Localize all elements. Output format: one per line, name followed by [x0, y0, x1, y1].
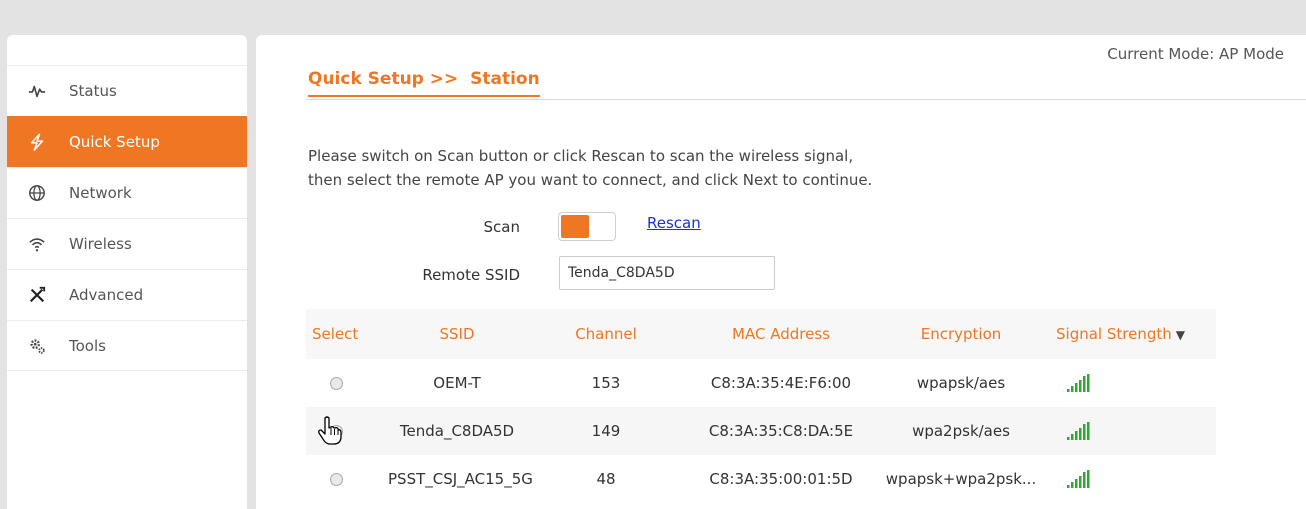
sidebar-item-wireless[interactable]: Wireless: [7, 218, 247, 269]
remote-ssid-label: Remote SSID: [422, 266, 520, 284]
instructions-line-2: then select the remote AP you want to co…: [308, 171, 873, 189]
sidebar-item-advanced[interactable]: Advanced: [7, 269, 247, 320]
row-mac: C8:3A:35:C8:DA:5E: [708, 422, 854, 440]
sidebar-item-label: Quick Setup: [69, 133, 160, 151]
table-row[interactable]: Tenda_C8DA5D 149 C8:3A:35:C8:DA:5E wpa2p…: [306, 407, 1216, 455]
col-header-channel: Channel: [575, 325, 637, 343]
select-radio[interactable]: [330, 472, 343, 486]
col-header-signal-label: Signal Strength: [1056, 325, 1172, 343]
signal-strength-icon: [1067, 470, 1090, 488]
row-mac: C8:3A:35:4E:F6:00: [710, 374, 852, 392]
tools-cross-icon: [27, 285, 47, 305]
row-encryption: wpa2psk/aes: [912, 422, 1010, 440]
scan-toggle-knob: [561, 215, 589, 238]
main-panel: Current Mode: AP Mode Quick Setup >> Sta…: [256, 35, 1306, 509]
scan-label: Scan: [483, 218, 520, 236]
row-mac: C8:3A:35:00:01:5D: [709, 470, 853, 488]
sidebar-item-network[interactable]: Network: [7, 167, 247, 218]
pulse-icon: [27, 81, 47, 101]
table-row[interactable]: OEM-T 153 C8:3A:35:4E:F6:00 wpapsk/aes: [306, 359, 1216, 407]
sort-down-icon[interactable]: ▼: [1176, 328, 1185, 342]
select-radio[interactable]: [330, 376, 343, 390]
row-channel: 153: [591, 374, 621, 392]
ssid-table: Select SSID Channel MAC Address Encrypti…: [306, 309, 1216, 503]
table-row[interactable]: PSST_CSJ_AC15_5G 48 C8:3A:35:00:01:5D wp…: [306, 455, 1216, 503]
col-header-encryption: Encryption: [920, 325, 1002, 343]
row-encryption: wpapsk+wpa2psk...: [885, 470, 1037, 488]
gears-icon: [27, 336, 47, 356]
sidebar-item-quick-setup[interactable]: Quick Setup: [7, 116, 247, 167]
instructions-line-1: Please switch on Scan button or click Re…: [308, 147, 854, 165]
col-header-ssid: SSID: [439, 325, 475, 343]
sidebar-item-label: Network: [69, 184, 132, 202]
col-header-select: Select: [312, 325, 359, 343]
row-ssid: Tenda_C8DA5D: [399, 422, 515, 440]
table-header: Select SSID Channel MAC Address Encrypti…: [306, 309, 1216, 359]
row-channel: 48: [596, 470, 616, 488]
sidebar-item-label: Advanced: [69, 286, 144, 304]
scan-toggle[interactable]: [558, 212, 616, 241]
sidebar-item-label: Tools: [69, 336, 106, 355]
sidebar-item-status[interactable]: Status: [7, 65, 247, 116]
row-ssid: PSST_CSJ_AC15_5G: [388, 470, 533, 488]
remote-ssid-input[interactable]: [559, 256, 775, 290]
sidebar-item-tools[interactable]: Tools: [7, 320, 247, 371]
row-channel: 149: [591, 422, 621, 440]
instructions: Please switch on Scan button or click Re…: [308, 144, 872, 192]
row-ssid: OEM-T: [433, 374, 481, 392]
signal-strength-icon: [1067, 374, 1090, 392]
sidebar-item-label: Status: [69, 82, 117, 100]
globe-icon: [27, 183, 47, 203]
page-title: Quick Setup >> Station: [308, 69, 540, 97]
col-header-signal[interactable]: Signal Strength ▼: [1046, 325, 1216, 343]
signal-strength-icon: [1067, 422, 1090, 440]
bolt-icon: [27, 132, 47, 152]
sidebar-item-label: Wireless: [69, 235, 132, 253]
rescan-link[interactable]: Rescan: [647, 214, 701, 232]
sidebar-nav: Status Quick Setup Network Wireless Adva…: [7, 65, 247, 371]
page-header: Quick Setup >> Station: [306, 59, 1306, 100]
col-header-mac: MAC Address: [732, 325, 830, 343]
hand-pointer-icon: [318, 416, 342, 445]
wifi-icon: [27, 234, 47, 254]
row-encryption: wpapsk/aes: [916, 374, 1006, 392]
sidebar: Status Quick Setup Network Wireless Adva…: [7, 35, 247, 509]
